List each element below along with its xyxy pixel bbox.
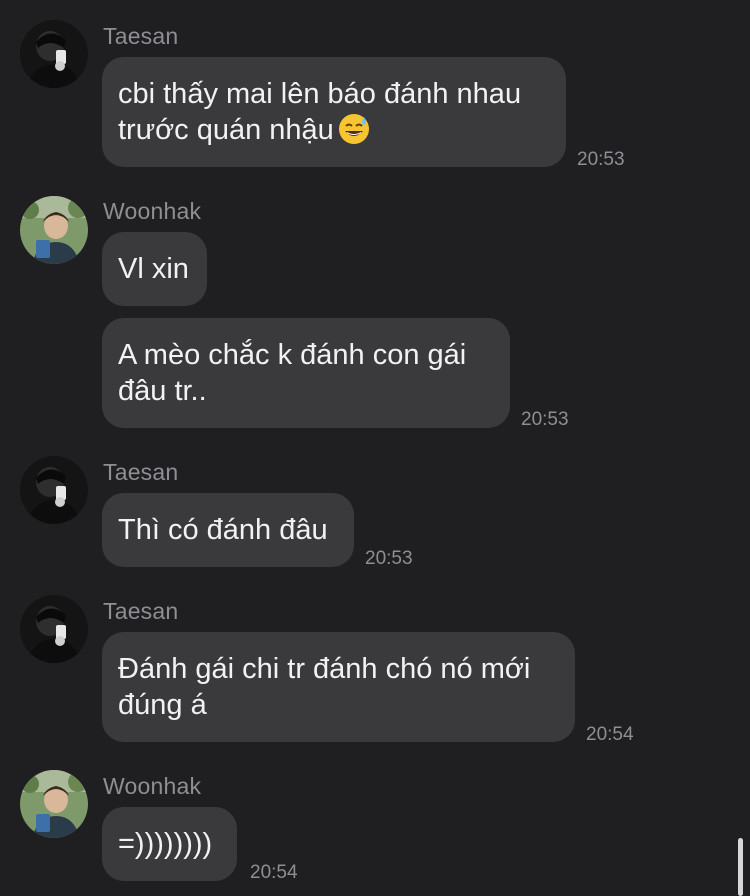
avatar-taesan[interactable] [20, 595, 88, 663]
avatar-taesan[interactable] [20, 20, 88, 88]
message-bubble[interactable]: Vl xin [102, 232, 207, 306]
sender-name: Woonhak [103, 773, 202, 799]
message-text: đúng á [118, 689, 207, 721]
sender-name: Taesan [103, 23, 179, 49]
message-time: 20:54 [586, 724, 634, 745]
message-text: Vl xin [118, 253, 189, 285]
message-time: 20:54 [250, 862, 298, 883]
message-time: 20:53 [365, 548, 413, 569]
avatar-woonhak[interactable] [20, 770, 88, 838]
sweat-smile-emoji-icon [338, 113, 370, 154]
message-text-line-2: trước quán nhậu [118, 112, 550, 154]
message-bubble[interactable]: Đánh gái chi tr đánh chó nó mới đúng á [102, 632, 575, 742]
message-bubble[interactable]: =)))))))) [102, 807, 237, 881]
message-text: cbi thấy mai lên báo đánh nhau [118, 78, 522, 110]
message-bubble[interactable]: A mèo chắc k đánh con gái đâu tr.. [102, 318, 510, 428]
message-bubble[interactable]: Thì có đánh đâu [102, 493, 354, 567]
sender-name: Taesan [103, 598, 179, 624]
message-text: Đánh gái chi tr đánh chó nó mới [118, 653, 531, 685]
message-bubble[interactable]: cbi thấy mai lên báo đánh nhau trước quá… [102, 57, 566, 167]
message-time: 20:53 [521, 409, 569, 430]
sender-name: Woonhak [103, 198, 202, 224]
avatar-taesan[interactable] [20, 456, 88, 524]
avatar-woonhak[interactable] [20, 196, 88, 264]
message-time: 20:53 [577, 149, 625, 170]
message-text: đâu tr.. [118, 375, 207, 407]
sender-name: Taesan [103, 459, 179, 485]
message-text: Thì có đánh đâu [118, 514, 328, 546]
message-text: =)))))))) [118, 828, 213, 860]
scrollbar[interactable] [738, 838, 743, 896]
message-text: A mèo chắc k đánh con gái [118, 339, 467, 371]
